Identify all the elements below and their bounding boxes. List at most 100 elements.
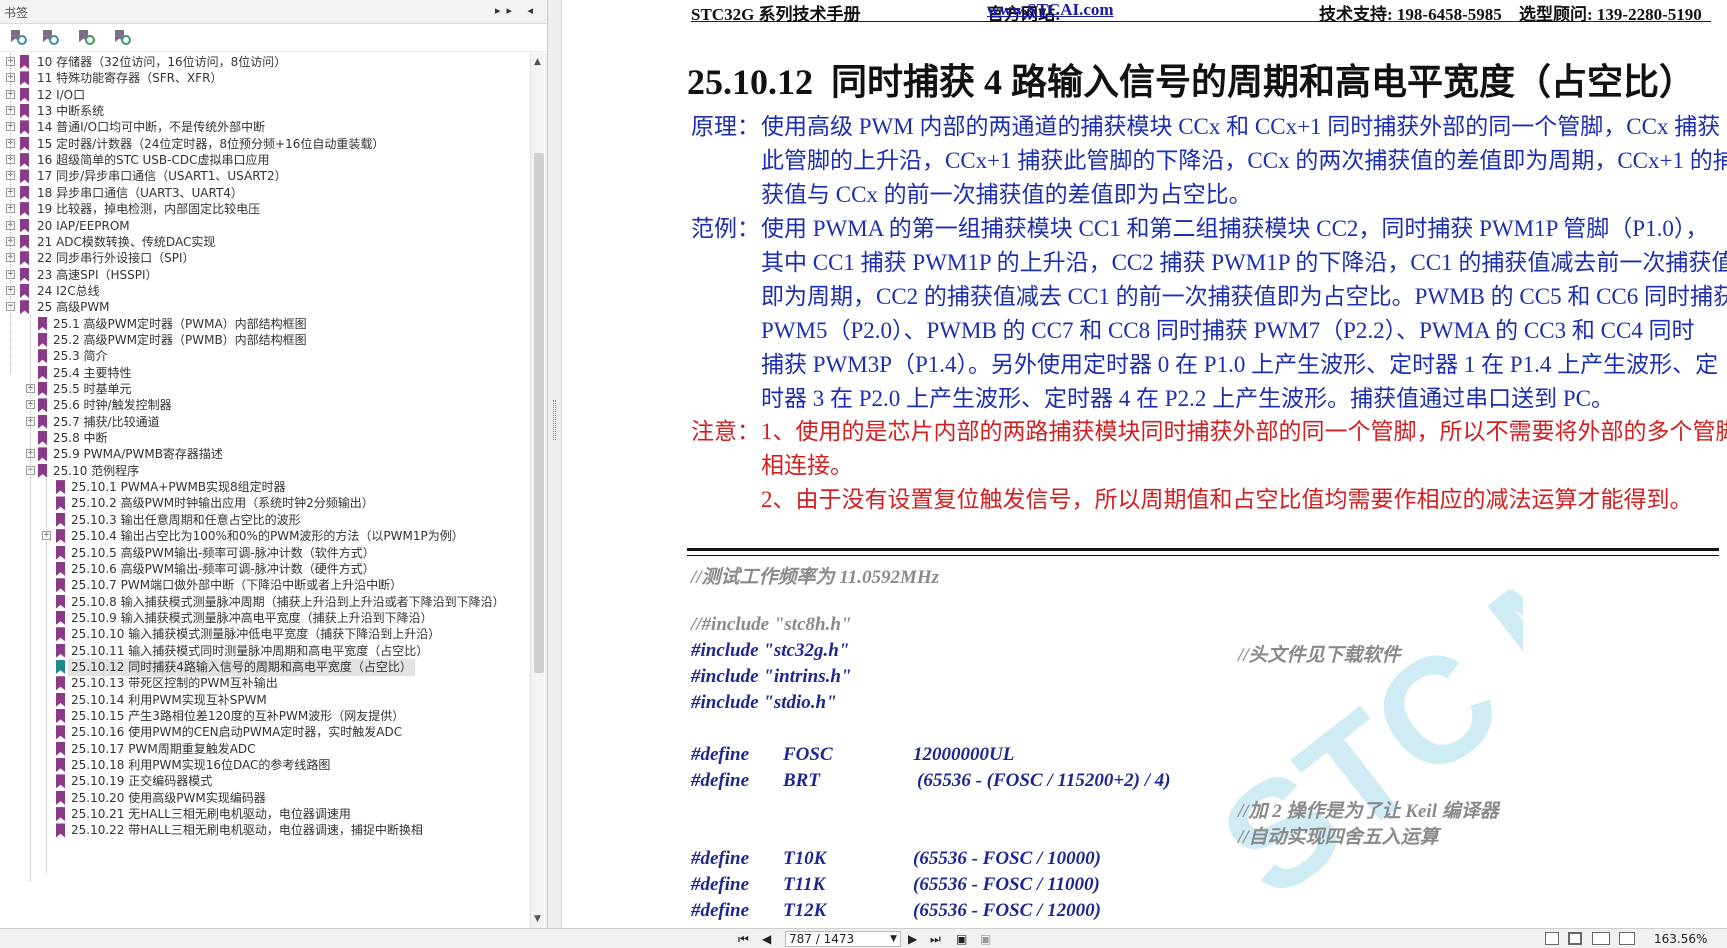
support-phone: 技术支持: 198-6458-5985 [1319,5,1502,24]
bookmark-item[interactable]: 25.10.22 带HALL三相无刷电机驱动，电位器调速，捕捉中断换相 [0,821,530,839]
zoom-level[interactable]: 163.56% [1654,931,1707,947]
next-page-icon[interactable]: ▶ [908,931,917,947]
principle-tag: 原理： [691,114,760,139]
bookmark-item[interactable]: 25.10.21 无HALL三相无刷电机驱动，电位器调速用 [0,805,530,823]
single-page-view-icon[interactable] [1545,932,1559,945]
code-divider-thin [687,555,1719,556]
example-line: 时器 3 在 P2.0 上产生波形、定时器 4 在 P2.2 上产生波形。捕获值… [761,386,1614,411]
bookmark-item[interactable]: 25.10.16 使用PWM的CEN启动PWMA定时器，实时触发ADC [0,723,530,741]
bookmark-icon [20,120,29,135]
chevron-down-icon[interactable]: ▼ [890,932,897,946]
scroll-down-icon[interactable]: ▼ [534,914,541,924]
splitter-grip[interactable] [553,400,556,440]
page-number-value: 787 / 1473 [789,932,855,946]
bookmark-item[interactable]: +25.5 时基单元 [0,380,530,398]
fit-icon[interactable]: ▣ [980,931,991,947]
bookmark-icon [56,643,65,658]
bookmark-item[interactable]: +25.9 PWMA/PWMB寄存器描述 [0,445,530,463]
code-define-kw: #define [691,744,750,765]
bookmark-item[interactable]: 25.10.19 正交编码器模式 [0,772,530,790]
bookmark-item[interactable]: 25.3 简介 [0,347,530,365]
bookmark-item[interactable]: +25.6 时钟/触发控制器 [0,396,530,414]
facing-view-icon[interactable] [1592,932,1610,945]
website-link[interactable]: www.STCAI.com [987,0,1114,20]
note-paragraph: 注意： 1、使用的是芯片内部的两路捕获模块同时捕获外部的同一个管脚，所以不需要将… [691,415,1727,519]
bookmark-item[interactable]: 25.10.7 PWM端口做外部中断（下降沿中断或者上升沿中断） [0,576,530,594]
bookmark-item[interactable]: +15 定时器/计数器（24位定时器，8位预分频+16位自动重装载） [0,135,530,153]
bookmark-item[interactable]: +10 存储器（32位访问，16位访问，8位访问） [0,53,530,71]
bookmark-item[interactable]: +16 超级简单的STC USB-CDC虚拟串口应用 [0,151,530,169]
bookmark-item[interactable]: 25.10.14 利用PWM实现互补SPWM [0,691,530,709]
bookmarks-panel-title: 书签 [4,6,29,20]
bookmark-item[interactable]: 25.10.20 使用高级PWM实现编码器 [0,789,530,807]
bookmark-item[interactable]: 25.10.11 输入捕获模式同时测量脉冲周期和高电平宽度（占空比） [0,642,530,660]
bookmark-item[interactable]: +18 异步串口通信（UART3、UART4） [0,184,530,202]
code-comment-rounding: //自动实现四舍五入运算 [1238,827,1439,848]
bookmark-item[interactable]: 25.10.18 利用PWM实现16位DAC的参考线路图 [0,756,530,774]
code-define-kw: #define [691,900,750,921]
previous-page-icon[interactable]: ◀ [762,931,771,947]
find-bookmark-icon[interactable] [112,28,132,48]
bookmark-item[interactable]: 25.10.8 输入捕获模式测量脉冲周期（捕获上升沿到上升沿或者下降沿到下降沿） [0,593,530,611]
bookmark-item[interactable]: +25.7 捕获/比较通道 [0,413,530,431]
bookmark-item[interactable]: +20 IAP/EEPROM [0,217,530,235]
collapse-bookmark-icon[interactable] [40,28,60,48]
bookmark-item[interactable]: 25.10.1 PWMA+PWMB实现8组定时器 [0,478,530,496]
new-bookmark-icon[interactable] [76,28,96,48]
note-line: 2、由于没有设置复位触发信号，所以周期值和占空比值均需要作相应的减法运算才能得到… [761,487,1693,512]
last-page-icon[interactable]: ⏭ [930,931,941,947]
bookmark-item[interactable]: 25.10.5 高级PWM输出-频率可调-脉冲计数（软件方式） [0,544,530,562]
bookmark-item[interactable]: 25.2 高级PWM定时器（PWMB）内部结构框图 [0,331,530,349]
bookmark-icon [56,758,65,773]
reflow-icon[interactable]: ▣ [956,931,967,947]
bookmark-item[interactable]: +23 高速SPI（HSSPI） [0,266,530,284]
code-define-kw: #define [691,770,750,791]
panel-collapse-controls[interactable]: ▸▸ ◂ [495,4,539,17]
bookmark-item[interactable]: +24 I2C总线 [0,282,530,300]
bookmark-item[interactable]: 25.10.6 高级PWM输出-频率可调-脉冲计数（硬件方式） [0,560,530,578]
example-tag: 范例： [691,216,760,241]
page-number-field[interactable]: 787 / 1473 ▼ [785,931,901,947]
bookmark-item[interactable]: +13 中断系统 [0,102,530,120]
bookmark-icon [38,431,47,446]
bookmark-item[interactable]: 25.10.2 高级PWM时钟输出应用（系统时钟2分频输出） [0,494,530,512]
code-define-name: FOSC [783,744,833,765]
bookmarks-scrollbar[interactable]: ▲ ▼ [530,53,547,928]
bookmark-icon [56,709,65,723]
bookmark-item[interactable]: 25.10.15 产生3路相位差120度的互补PWM波形（网友提供） [0,707,530,725]
code-define-kw: #define [691,874,750,895]
bookmark-item[interactable]: 25.10.13 带死区控制的PWM互补输出 [0,674,530,692]
bookmark-item[interactable]: −25.10 范例程序 [0,462,530,480]
bookmark-item[interactable]: 25.10.3 输出任意周期和任意占空比的波形 [0,511,530,529]
bookmark-icon [20,185,29,200]
bookmark-icon [38,332,47,347]
bookmark-item[interactable]: +17 同步/异步串口通信（USART1、USART2） [0,167,530,185]
bookmark-icon [56,610,65,625]
expand-bookmark-icon[interactable] [8,28,28,48]
bookmark-item[interactable]: 25.1 高级PWM定时器（PWMA）内部结构框图 [0,315,530,333]
bookmark-item[interactable]: 25.8 中断 [0,429,530,447]
bookmark-item[interactable]: 25.10.12 同时捕获4路输入信号的周期和高电平宽度（占空比） [0,658,530,676]
bookmark-item[interactable]: 25.10.17 PWM周期重复触发ADC [0,740,530,758]
panel-splitter[interactable] [548,0,562,928]
scroll-up-icon[interactable]: ▲ [534,57,541,67]
first-page-icon[interactable]: ⏮ [738,931,749,947]
bookmark-item[interactable]: +12 I/O口 [0,86,530,104]
continuous-view-icon[interactable] [1568,932,1582,945]
continuous-facing-view-icon[interactable] [1619,932,1635,945]
bookmark-item[interactable]: 25.10.9 输入捕获模式测量脉冲高电平宽度（捕获上升沿到下降沿） [0,609,530,627]
bookmark-item[interactable]: +14 普通I/O口均可中断，不是传统外部中断 [0,118,530,136]
bookmark-item[interactable]: 25.10.10 输入捕获模式测量脉冲低电平宽度（捕获下降沿到上升沿） [0,625,530,643]
scrollbar-thumb[interactable] [534,153,544,673]
bookmark-icon [20,169,29,184]
bookmark-item[interactable]: −25 高级PWM [0,298,530,316]
bookmark-item[interactable]: +11 特殊功能寄存器（SFR、XFR） [0,69,530,87]
bookmark-item[interactable]: +19 比较器，掉电检测，内部固定比较电压 [0,200,530,218]
bookmark-icon [56,725,65,740]
bookmark-item[interactable]: +22 同步串行外设接口（SPI） [0,249,530,267]
bookmark-item[interactable]: +21 ADC模数转换、传统DAC实现 [0,233,530,251]
bookmark-icon [56,692,65,707]
bookmark-item[interactable]: +25.10.4 输出占空比为100%和0%的PWM波形的方法（以PWM1P为例… [0,527,530,545]
bookmark-icon [38,398,47,413]
bookmark-item[interactable]: 25.4 主要特性 [0,364,530,382]
